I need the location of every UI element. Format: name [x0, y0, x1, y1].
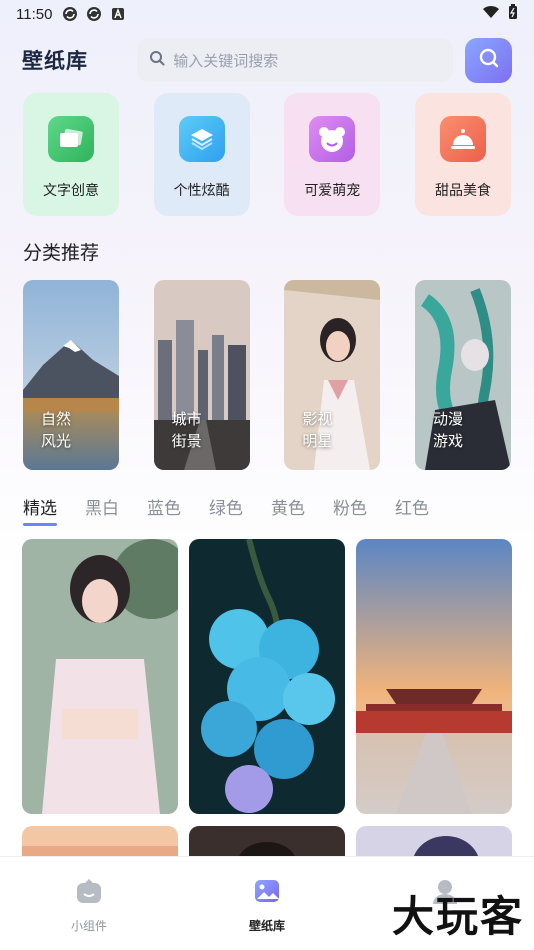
wallpaper-grid	[22, 539, 512, 866]
layers-icon	[178, 116, 225, 162]
bear-icon	[309, 116, 356, 162]
notification-a-icon	[110, 6, 126, 22]
category-label: 影视 明星	[302, 410, 333, 450]
sync-icon	[62, 6, 78, 22]
tab-featured[interactable]: 精选	[23, 494, 57, 526]
category-city[interactable]: 城市 街景	[153, 280, 250, 470]
gallery-icon	[253, 877, 281, 909]
widget-icon	[75, 877, 103, 909]
quick-category-text-creative[interactable]: 文字创意	[23, 93, 119, 216]
quick-category-label: 文字创意	[43, 183, 99, 199]
quick-category-label: 个性炫酷	[173, 183, 230, 199]
category-label: 动漫 游戏	[432, 410, 463, 450]
tab-red[interactable]: 红色	[395, 494, 429, 520]
search-placeholder: 输入关键词搜索	[173, 51, 279, 70]
category-celebrity[interactable]: 影视 明星	[284, 280, 381, 470]
tab-yellow[interactable]: 黄色	[271, 494, 305, 520]
search-icon	[149, 50, 165, 70]
status-bar: 11:50	[0, 0, 534, 28]
search-icon	[478, 47, 500, 73]
quick-category-cool[interactable]: 个性炫酷	[153, 93, 250, 216]
wallpaper-item[interactable]	[189, 539, 345, 814]
wallpaper-item[interactable]	[356, 539, 512, 814]
photos-icon	[48, 116, 94, 162]
section-title: 分类推荐	[23, 242, 100, 264]
quick-categories: 文字创意 个性炫酷 可爱萌宠 甜品美食	[23, 93, 511, 216]
category-label: 城市 街景	[171, 410, 202, 450]
tab-green[interactable]: 绿色	[209, 494, 243, 520]
sync-icon	[86, 6, 102, 22]
quick-category-label: 可爱萌宠	[304, 183, 361, 199]
category-anime[interactable]: 动漫 游戏	[414, 280, 511, 470]
wifi-icon	[482, 5, 500, 23]
quick-category-dessert[interactable]: 甜品美食	[414, 93, 511, 216]
tab-blue[interactable]: 蓝色	[147, 494, 181, 520]
status-time: 11:50	[16, 5, 53, 23]
header: 壁纸库 输入关键词搜索	[0, 36, 534, 84]
wallpaper-image	[356, 539, 512, 814]
search-button[interactable]	[465, 37, 512, 83]
category-nature[interactable]: 自然 风光	[23, 280, 119, 470]
wallpaper-image	[22, 539, 178, 814]
cloche-icon	[439, 116, 486, 162]
wallpaper-image	[189, 539, 345, 814]
search-input[interactable]: 输入关键词搜索	[137, 38, 454, 82]
nav-widgets[interactable]: 小组件	[0, 857, 178, 950]
color-tabs: 精选 黑白 蓝色 绿色 黄色 粉色 红色	[23, 494, 429, 526]
quick-category-label: 甜品美食	[434, 183, 491, 199]
watermark: 大玩客	[391, 892, 524, 941]
nav-wallpapers[interactable]: 壁纸库	[178, 857, 356, 950]
wallpaper-item[interactable]	[22, 539, 178, 814]
tab-black-white[interactable]: 黑白	[85, 494, 119, 520]
quick-category-pets[interactable]: 可爱萌宠	[284, 93, 381, 216]
app-title: 壁纸库	[22, 49, 88, 73]
category-label: 自然 风光	[41, 410, 72, 450]
recommend-categories: 自然 风光 城市 街景 影视 明星 动漫 游戏	[23, 280, 511, 470]
nav-label: 小组件	[70, 919, 107, 933]
tab-pink[interactable]: 粉色	[333, 494, 367, 520]
nav-label: 壁纸库	[248, 919, 285, 933]
battery-icon	[508, 4, 518, 24]
